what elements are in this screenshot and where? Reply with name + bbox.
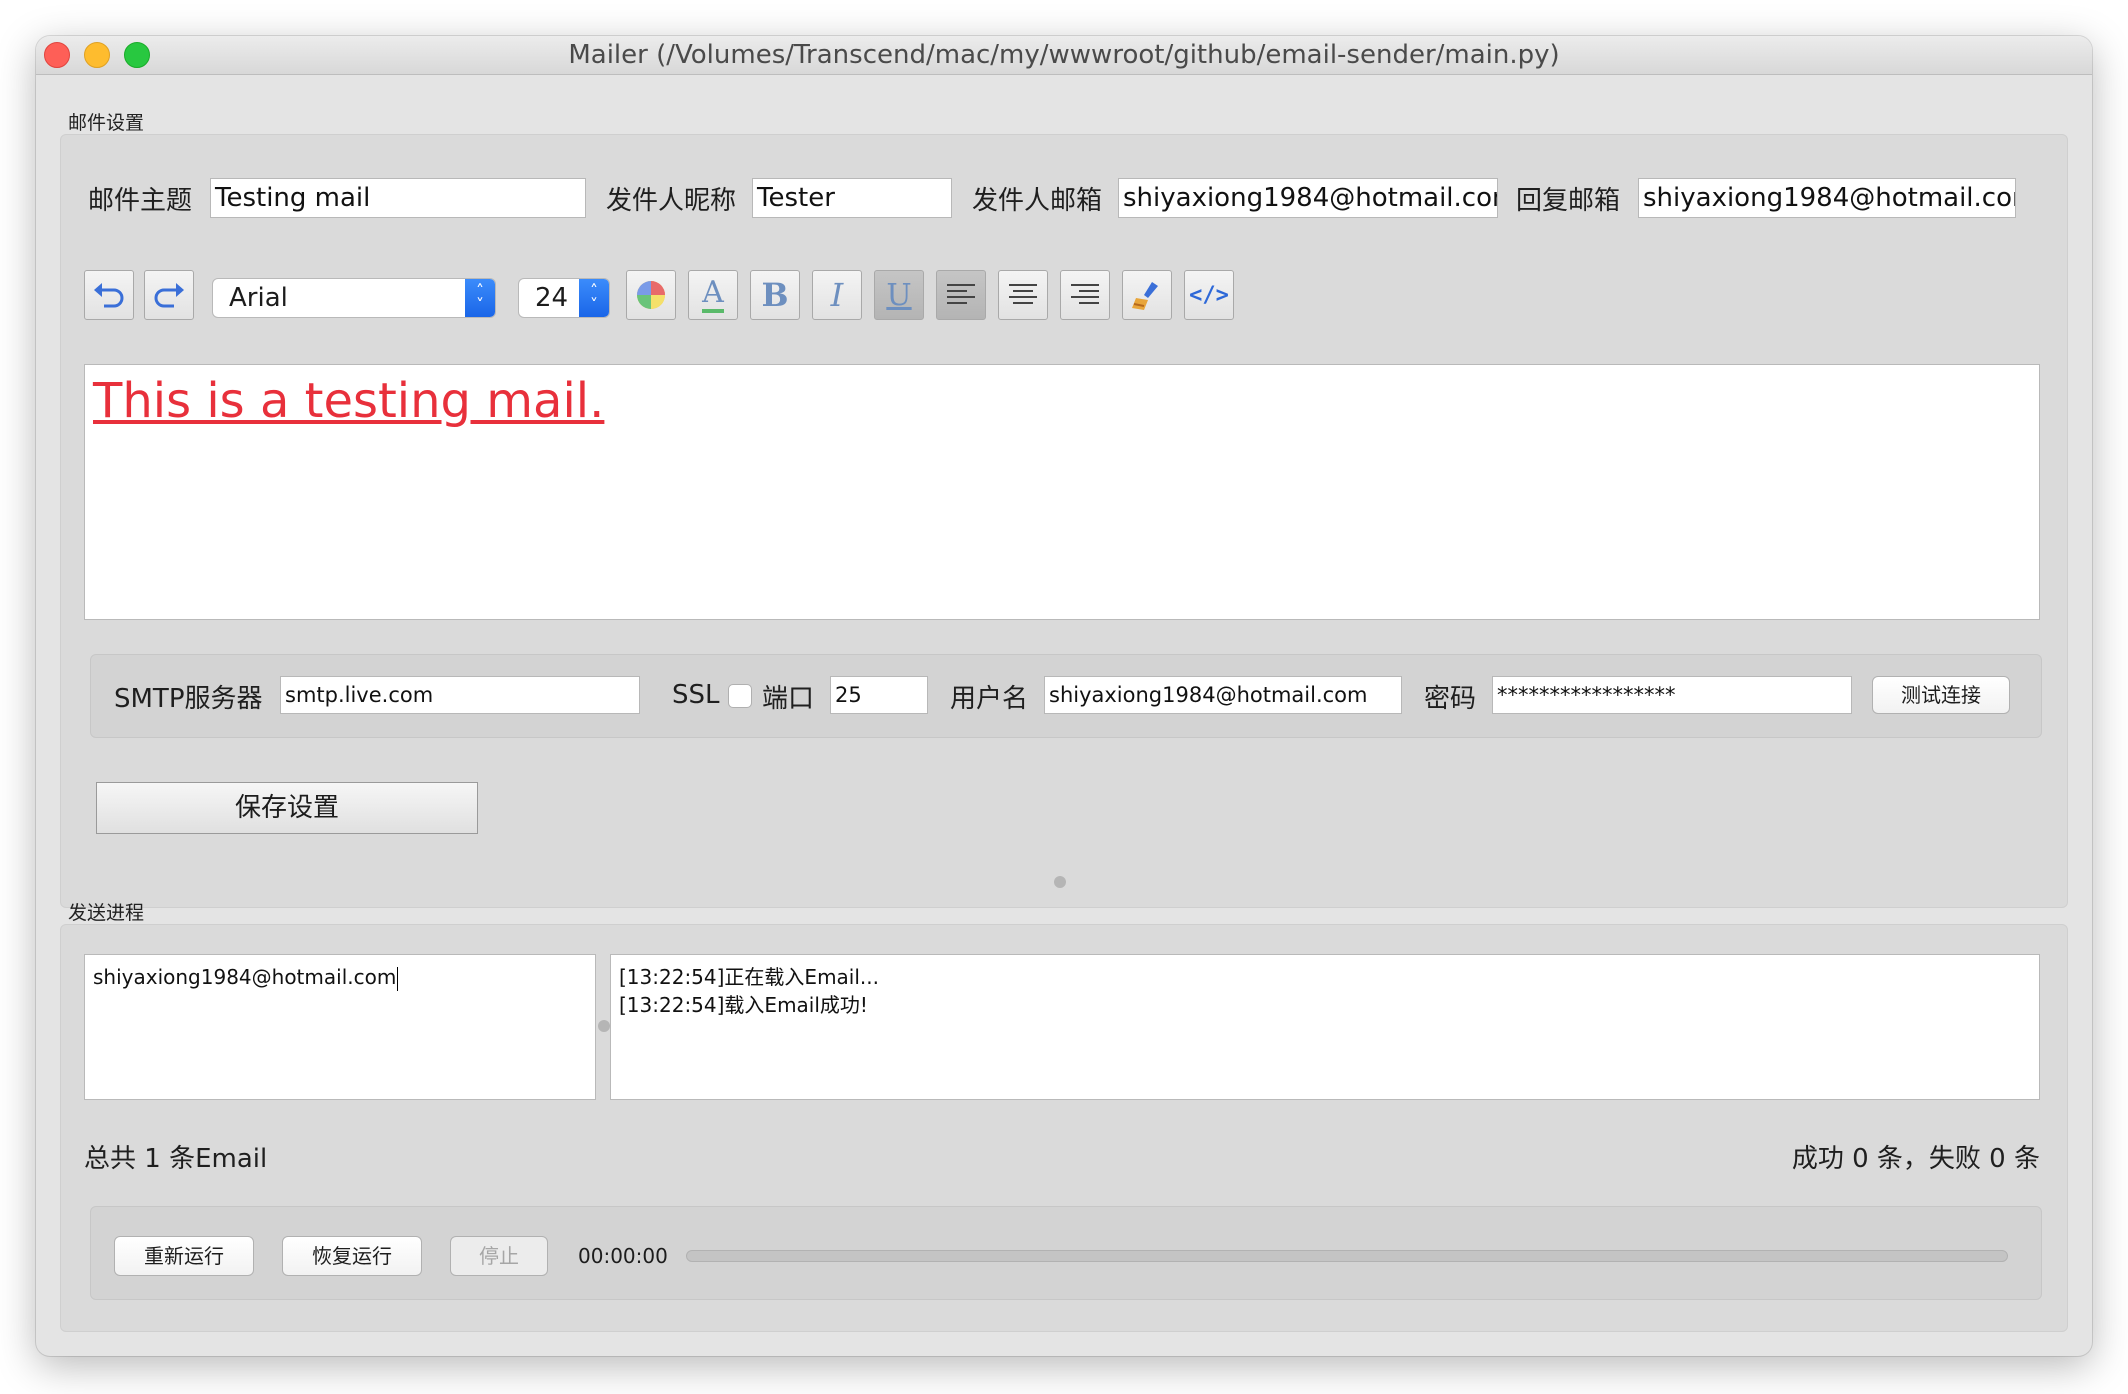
resume-button[interactable]: 恢复运行: [282, 1236, 422, 1276]
port-label: 端口: [762, 684, 815, 714]
smtp-server-input[interactable]: smtp.live.com: [280, 676, 640, 714]
bold-icon: B: [761, 276, 789, 314]
title-bar[interactable]: Mailer (/Volumes/Transcend/mac/my/wwwroo…: [36, 36, 2092, 75]
mailer-window: Mailer (/Volumes/Transcend/mac/my/wwwroo…: [36, 36, 2092, 1356]
progress-bar: [686, 1250, 2008, 1262]
sender-name-input[interactable]: Tester: [752, 178, 952, 218]
align-right-button[interactable]: [1060, 270, 1110, 320]
mail-body-editor[interactable]: This is a testing mail.: [84, 364, 2040, 620]
save-settings-button[interactable]: 保存设置: [96, 782, 478, 834]
redo-button[interactable]: [144, 270, 194, 320]
chevron-updown-icon: ˄ ˅: [579, 279, 609, 317]
underline-button[interactable]: U: [874, 270, 924, 320]
html-source-icon: </>: [1189, 282, 1229, 308]
align-left-icon: [947, 284, 975, 304]
recipients-textarea[interactable]: shiyaxiong1984@hotmail.com: [84, 954, 596, 1100]
username-label: 用户名: [950, 684, 1029, 714]
align-center-icon: [1009, 284, 1037, 304]
log-line: [13:22:54]正在载入Email...: [619, 965, 879, 989]
password-label: 密码: [1424, 684, 1477, 714]
restart-button[interactable]: 重新运行: [114, 1236, 254, 1276]
text-color-button[interactable]: A: [688, 270, 738, 320]
text-color-icon: A: [702, 277, 724, 313]
color-picker-icon: [637, 281, 665, 309]
bold-button[interactable]: B: [750, 270, 800, 320]
reply-email-label: 回复邮箱: [1516, 186, 1621, 216]
undo-icon: [94, 283, 124, 308]
test-connection-button[interactable]: 测试连接: [1872, 676, 2010, 714]
stop-button[interactable]: 停止: [450, 1236, 548, 1276]
ssl-label: SSL: [672, 680, 720, 710]
result-count-label: 成功 0 条，失败 0 条: [1791, 1144, 2040, 1174]
splitter-handle-vertical[interactable]: [598, 1020, 610, 1032]
recipients-text: shiyaxiong1984@hotmail.com: [93, 965, 397, 989]
clear-format-icon: [1132, 282, 1158, 310]
total-count-label: 总共 1 条Email: [84, 1144, 268, 1174]
text-caret: [397, 966, 399, 991]
port-input[interactable]: 25: [830, 676, 928, 714]
align-left-button[interactable]: [936, 270, 986, 320]
align-right-icon: [1071, 284, 1099, 304]
elapsed-time: 00:00:00: [578, 1244, 668, 1268]
splitter-handle[interactable]: [1054, 876, 1066, 888]
font-size-select[interactable]: 24 ˄ ˅: [518, 278, 610, 318]
font-family-value: Arial: [229, 283, 288, 313]
html-source-button[interactable]: </>: [1184, 270, 1234, 320]
redo-icon: [154, 283, 184, 308]
username-input[interactable]: shiyaxiong1984@hotmail.com: [1044, 676, 1402, 714]
color-picker-button[interactable]: [626, 270, 676, 320]
sender-name-label: 发件人昵称: [606, 186, 737, 216]
font-size-value: 24: [535, 283, 569, 313]
sender-email-input[interactable]: shiyaxiong1984@hotmail.com: [1118, 178, 1498, 218]
mail-body-text: This is a testing mail.: [93, 373, 605, 429]
smtp-server-label: SMTP服务器: [114, 684, 263, 714]
chevron-updown-icon: ˄ ˅: [465, 279, 495, 317]
italic-icon: I: [830, 276, 844, 314]
underline-icon: U: [886, 277, 912, 313]
undo-button[interactable]: [84, 270, 134, 320]
reply-email-input[interactable]: shiyaxiong1984@hotmail.com: [1638, 178, 2016, 218]
italic-button[interactable]: I: [812, 270, 862, 320]
log-line: [13:22:54]载入Email成功!: [619, 993, 868, 1017]
subject-input[interactable]: Testing mail: [210, 178, 586, 218]
password-input[interactable]: *****************: [1492, 676, 1852, 714]
font-family-select[interactable]: Arial ˄ ˅: [212, 278, 496, 318]
sender-email-label: 发件人邮箱: [972, 186, 1103, 216]
log-output: [13:22:54]正在载入Email... [13:22:54]载入Email…: [610, 954, 2040, 1100]
mail-settings-title: 邮件设置: [68, 112, 145, 134]
clear-format-button[interactable]: [1122, 270, 1172, 320]
send-progress-title: 发送进程: [68, 902, 145, 924]
window-title: Mailer (/Volumes/Transcend/mac/my/wwwroo…: [568, 40, 1560, 70]
ssl-checkbox[interactable]: [728, 684, 752, 708]
align-center-button[interactable]: [998, 270, 1048, 320]
subject-label: 邮件主题: [88, 186, 193, 216]
